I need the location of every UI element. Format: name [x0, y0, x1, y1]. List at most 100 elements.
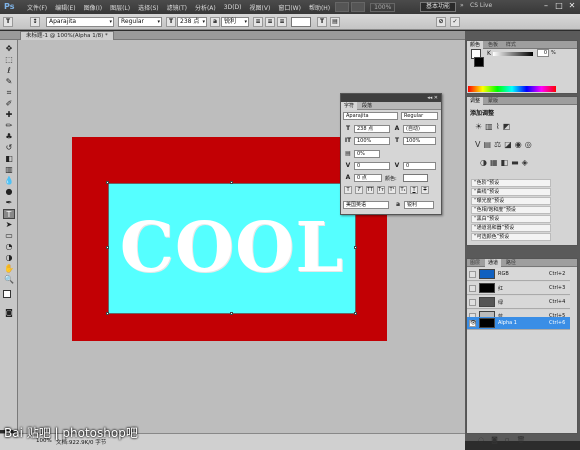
faux-italic-button[interactable]: T [355, 186, 363, 194]
cp-font-size-field[interactable]: 238 点 [354, 125, 390, 133]
superscript-button[interactable]: T¹ [388, 186, 396, 194]
transform-handle[interactable] [354, 246, 357, 249]
foreground-color-swatch[interactable] [3, 290, 11, 298]
type-tool-preset-icon[interactable]: T [3, 17, 13, 27]
k-slider[interactable] [493, 52, 533, 56]
clone-stamp-tool-icon[interactable]: ♣ [3, 132, 15, 142]
tab-channels[interactable]: 通道 [484, 259, 501, 267]
eyedropper-tool-icon[interactable]: ✐ [3, 99, 15, 109]
load-selection-icon[interactable]: ◌ [478, 436, 484, 444]
cs-live-button[interactable]: CS Live [470, 2, 492, 9]
new-channel-icon[interactable]: ▫ [505, 436, 510, 444]
levels-icon[interactable]: ▥ [485, 122, 493, 131]
blur-tool-icon[interactable]: 💧 [3, 176, 15, 186]
cancel-edit-icon[interactable]: ⊘ [436, 17, 446, 27]
invert-icon[interactable]: ◑ [480, 158, 487, 167]
mini-bridge-icon[interactable] [351, 2, 366, 12]
brush-tool-icon[interactable]: ✏ [3, 121, 15, 131]
font-style-select[interactable]: Regular ▾ [118, 17, 162, 27]
panel-header[interactable]: ◂◂ ✕ [341, 94, 441, 102]
gradient-map-icon[interactable]: ▬ [511, 158, 519, 167]
channel-row[interactable]: 红 Ctrl+3 [467, 282, 570, 295]
close-icon[interactable]: ✕ [566, 1, 578, 11]
menu-3d[interactable]: 3D(D) [220, 4, 246, 11]
bridge-icon[interactable] [335, 2, 350, 12]
lasso-tool-icon[interactable]: ℓ [3, 66, 15, 76]
underline-button[interactable]: T [410, 186, 418, 194]
curves-icon[interactable]: ⌇ [496, 122, 500, 131]
align-right-icon[interactable]: ≡ [277, 17, 287, 27]
font-family-select[interactable]: Aparajita ▾ [46, 17, 114, 27]
brightness-icon[interactable]: ☀ [475, 122, 482, 131]
menu-image[interactable]: 图像(I) [80, 3, 106, 12]
hue-sat-icon[interactable]: ▤ [483, 140, 491, 149]
color-balance-icon[interactable]: ⚖ [494, 140, 501, 149]
tab-color[interactable]: 颜色 [467, 41, 484, 49]
transform-handle[interactable] [230, 312, 233, 315]
tab-adjustments[interactable]: 调整 [467, 97, 484, 105]
tab-masks[interactable]: 蒙版 [485, 97, 501, 105]
preset-curves[interactable]: “曲线”预设 [471, 188, 551, 196]
preset-exposure[interactable]: “曝光度”预设 [471, 197, 551, 205]
tab-paragraph[interactable]: 段落 [359, 102, 375, 110]
channel-row[interactable]: RGB Ctrl+2 [467, 268, 570, 281]
cp-tsume-field[interactable]: 0% [354, 150, 380, 158]
photo-filter-icon[interactable]: ◉ [515, 140, 522, 149]
workspace-button[interactable]: 基本功能 [420, 2, 456, 12]
delete-channel-icon[interactable]: 🗑 [517, 436, 526, 444]
exposure-icon[interactable]: ◩ [503, 122, 511, 131]
shape-tool-icon[interactable]: ▭ [3, 231, 15, 241]
transform-handle[interactable] [106, 181, 109, 184]
minimize-icon[interactable]: – [540, 1, 552, 11]
menu-help[interactable]: 帮助(H) [305, 3, 334, 12]
cp-horizontal-scale-field[interactable]: 100% [403, 137, 436, 145]
tab-swatches[interactable]: 色板 [485, 41, 501, 49]
3d-orbit-tool-icon[interactable]: ◑ [3, 253, 15, 263]
antialias-select[interactable]: 锐利 ▾ [221, 17, 249, 27]
visibility-eye-icon[interactable] [469, 271, 476, 278]
preset-hue-saturation[interactable]: “色相/饱和度”预设 [471, 206, 551, 214]
pen-tool-icon[interactable]: ✒ [3, 198, 15, 208]
cp-color-swatch[interactable] [403, 174, 428, 182]
quick-mask-icon[interactable]: ◙ [3, 308, 15, 318]
workspace-more-button[interactable]: » [460, 2, 464, 9]
font-size-field[interactable]: 238 点 ▾ [177, 17, 207, 27]
cp-leading-field[interactable]: (自动) [403, 125, 436, 133]
commit-edit-icon[interactable]: ✓ [450, 17, 460, 27]
text-color-swatch[interactable] [291, 17, 311, 27]
posterize-icon[interactable]: ▦ [490, 158, 498, 167]
visibility-eye-icon[interactable]: 👁 [469, 320, 476, 327]
tab-paths[interactable]: 路径 [503, 259, 519, 267]
warp-text-icon[interactable]: T [317, 17, 327, 27]
move-tool-icon[interactable]: ✥ [3, 44, 15, 54]
channel-row-selected[interactable]: 👁 Alpha 1 Ctrl+6 [467, 317, 570, 330]
all-caps-button[interactable]: TT [366, 186, 374, 194]
color-spectrum[interactable] [468, 86, 556, 92]
healing-brush-tool-icon[interactable]: ✚ [3, 110, 15, 120]
channel-mixer-icon[interactable]: ◎ [525, 140, 532, 149]
visibility-eye-icon[interactable] [469, 285, 476, 292]
crop-tool-icon[interactable]: ⌗ [3, 88, 15, 98]
transform-handle[interactable] [230, 181, 233, 184]
selective-color-icon[interactable]: ◈ [522, 158, 528, 167]
bg-color-swatch[interactable] [474, 57, 484, 67]
strikethrough-button[interactable]: T [421, 186, 429, 194]
k-value-field[interactable]: 0 [537, 49, 549, 57]
menu-analysis[interactable]: 分析(A) [191, 3, 220, 12]
cp-baseline-field[interactable]: 0 点 [354, 174, 382, 182]
align-left-icon[interactable]: ≡ [253, 17, 263, 27]
history-brush-tool-icon[interactable]: ↺ [3, 143, 15, 153]
menu-edit[interactable]: 编辑(E) [51, 3, 79, 12]
gradient-tool-icon[interactable]: ▥ [3, 165, 15, 175]
tab-character[interactable]: 字符 [341, 102, 358, 110]
channel-row[interactable]: 绿 Ctrl+4 [467, 296, 570, 309]
tab-styles[interactable]: 样式 [503, 41, 519, 49]
zoom-tool-icon[interactable]: 🔍 [3, 275, 15, 285]
eraser-tool-icon[interactable]: ◧ [3, 154, 15, 164]
menu-view[interactable]: 视图(V) [246, 3, 275, 12]
faux-bold-button[interactable]: T [344, 186, 352, 194]
vibrance-icon[interactable]: V [475, 140, 480, 149]
threshold-icon[interactable]: ◧ [501, 158, 509, 167]
marquee-tool-icon[interactable]: ⬚ [3, 55, 15, 65]
align-center-icon[interactable]: ≡ [265, 17, 275, 27]
